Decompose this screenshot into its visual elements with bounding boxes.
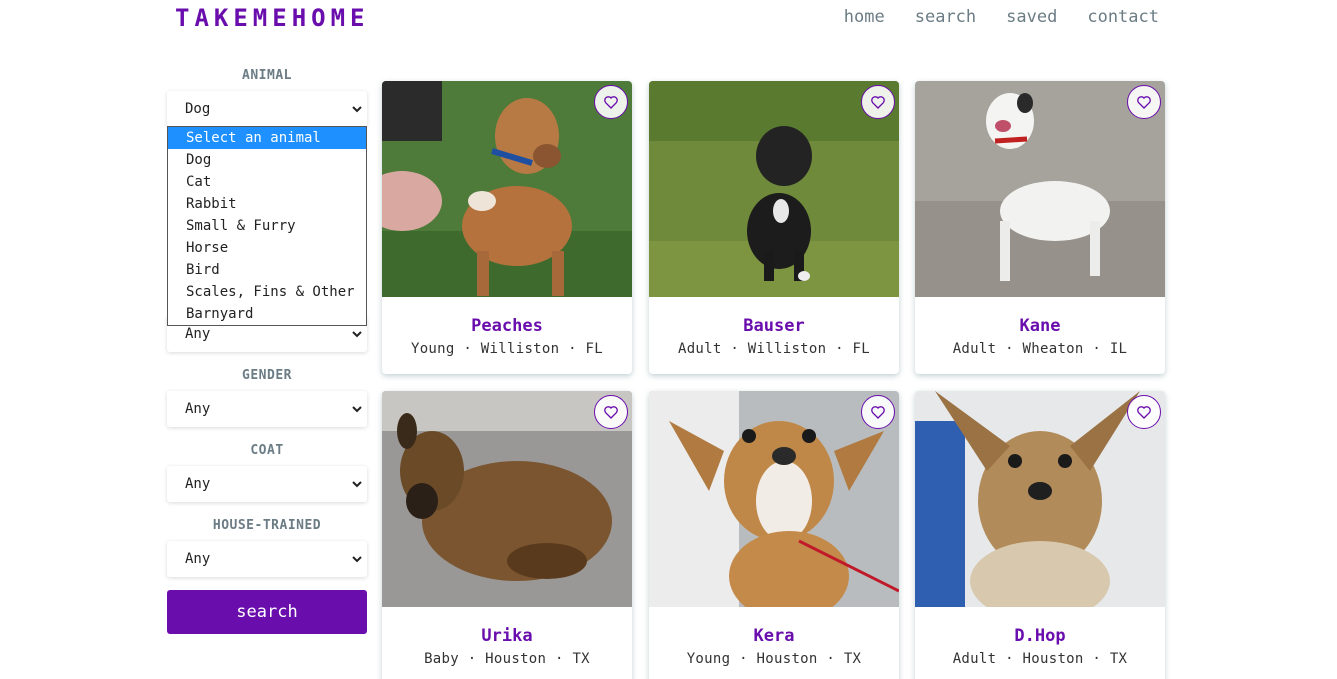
animal-option[interactable]: Rabbit (168, 193, 366, 215)
nav-contact-link[interactable]: contact (1087, 7, 1159, 27)
animal-select-value: Dog (185, 101, 211, 117)
pet-photo (649, 81, 899, 297)
heart-outline-icon (604, 406, 618, 419)
animal-option[interactable]: Barnyard (168, 303, 366, 325)
heart-outline-icon (604, 96, 618, 109)
favorite-button[interactable] (861, 395, 895, 429)
animal-option[interactable]: Scales, Fins & Other (168, 281, 366, 303)
pet-photo (915, 81, 1165, 297)
breed-select-value: Any (185, 326, 211, 342)
pet-card[interactable]: Bauser Adult · Williston · FL (649, 81, 899, 374)
pet-photo (382, 81, 632, 297)
pet-name: Kane (1019, 316, 1061, 336)
animal-option[interactable]: Small & Furry (168, 215, 366, 237)
nav-saved-link[interactable]: saved (1006, 7, 1057, 27)
pet-name: Kera (753, 626, 795, 646)
animal-option[interactable]: Bird (168, 259, 366, 281)
chevron-down-icon (351, 478, 363, 490)
nav-search-link[interactable]: search (915, 7, 976, 27)
site-header: TAKEMEHOME home search saved contact (0, 0, 1337, 40)
favorite-button[interactable] (1127, 395, 1161, 429)
chevron-down-icon (351, 103, 363, 115)
site-logo[interactable]: TAKEMEHOME (175, 4, 370, 32)
animal-option[interactable]: Dog (168, 149, 366, 171)
pet-card[interactable]: D.Hop Adult · Houston · TX (915, 391, 1165, 679)
animal-option[interactable]: Cat (168, 171, 366, 193)
heart-outline-icon (871, 96, 885, 109)
house-trained-select[interactable]: Any (167, 541, 367, 577)
pet-card[interactable]: Urika Baby · Houston · TX (382, 391, 632, 679)
animal-filter-label: ANIMAL (242, 68, 292, 83)
house-trained-select-value: Any (185, 551, 211, 567)
pet-meta: Adult · Williston · FL (677, 341, 871, 357)
heart-outline-icon (871, 406, 885, 419)
heart-outline-icon (1137, 96, 1151, 109)
pet-meta: Adult · Houston · TX (952, 651, 1128, 667)
chevron-down-icon (351, 403, 363, 415)
main-nav: home search saved contact (844, 7, 1159, 27)
heart-outline-icon (1137, 406, 1151, 419)
pet-photo (382, 391, 632, 607)
pet-name: Bauser (743, 316, 805, 336)
coat-select[interactable]: Any (167, 466, 367, 502)
favorite-button[interactable] (594, 85, 628, 119)
favorite-button[interactable] (861, 85, 895, 119)
favorite-button[interactable] (1127, 85, 1161, 119)
favorite-button[interactable] (594, 395, 628, 429)
pet-meta: Adult · Wheaton · IL (952, 341, 1128, 357)
pet-name: Peaches (471, 316, 543, 336)
pet-name: D.Hop (1014, 626, 1066, 646)
nav-home-link[interactable]: home (844, 7, 885, 27)
search-button[interactable]: search (167, 590, 367, 634)
pet-meta: Young · Williston · FL (410, 341, 604, 357)
gender-select[interactable]: Any (167, 391, 367, 427)
animal-option[interactable]: Horse (168, 237, 366, 259)
pet-card[interactable]: Kera Young · Houston · TX (649, 391, 899, 679)
animal-option[interactable]: Select an animal (168, 127, 366, 149)
pet-photo (915, 391, 1165, 607)
pet-photo (649, 391, 899, 607)
pet-meta: Baby · Houston · TX (424, 651, 590, 667)
animal-select[interactable]: Dog (167, 91, 367, 127)
pet-name: Urika (481, 626, 533, 646)
animal-dropdown-list: Select an animal Dog Cat Rabbit Small & … (167, 126, 367, 326)
chevron-down-icon (351, 328, 363, 340)
pet-card[interactable]: Kane Adult · Wheaton · IL (915, 81, 1165, 374)
chevron-down-icon (351, 553, 363, 565)
coat-select-value: Any (185, 476, 211, 492)
coat-filter-label: COAT (250, 443, 284, 458)
gender-select-value: Any (185, 401, 211, 417)
gender-filter-label: GENDER (242, 368, 292, 383)
house-trained-filter-label: HOUSE-TRAINED (212, 518, 322, 533)
pet-meta: Young · Houston · TX (686, 651, 862, 667)
pet-card[interactable]: Peaches Young · Williston · FL (382, 81, 632, 374)
